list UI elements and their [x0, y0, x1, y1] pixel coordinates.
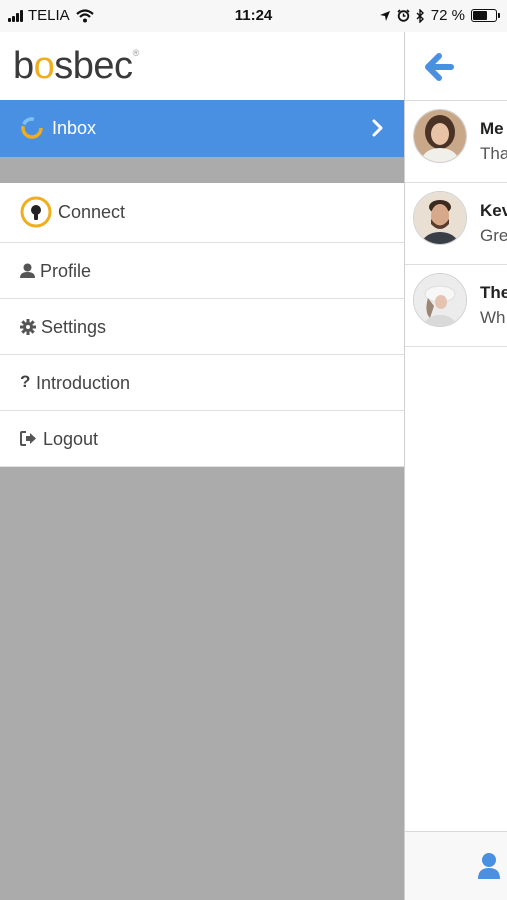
menu-item-label: Inbox [52, 118, 97, 138]
inbox-page-peek: Me Tha Kev Gre The Wh [404, 32, 507, 900]
back-arrow-icon[interactable] [423, 52, 455, 82]
menu-item-settings[interactable]: Settings [0, 299, 404, 355]
avatar [413, 109, 467, 163]
app-logo: bosbec® [13, 45, 139, 87]
menu-item-inbox[interactable]: Inbox [0, 100, 404, 157]
status-bar: TELIA 11:24 72 % [0, 0, 507, 32]
avatar [413, 191, 467, 245]
conversation-item[interactable]: The Wh [405, 265, 507, 347]
menu-item-logout[interactable]: Logout [0, 411, 404, 467]
status-right: 72 % [379, 7, 500, 24]
bulb-icon [20, 196, 52, 228]
location-arrow-icon [379, 10, 390, 21]
menu-item-label: Introduction [36, 373, 131, 393]
inbox-ring-icon [21, 117, 43, 139]
menu-item-label: Logout [43, 429, 99, 449]
conversation-name: The [480, 283, 507, 302]
conversation-name: Me [480, 119, 504, 138]
conversation-item[interactable]: Me Tha [405, 101, 507, 183]
conversation-item[interactable]: Kev Gre [405, 183, 507, 265]
menu-separator [0, 157, 404, 183]
menu-item-profile[interactable]: Profile [0, 243, 404, 299]
conversation-preview: Wh [480, 308, 506, 327]
logout-icon [20, 431, 36, 446]
user-icon[interactable] [477, 852, 501, 880]
avatar [413, 273, 467, 327]
alarm-icon [397, 9, 410, 22]
menu-item-label: Settings [41, 317, 107, 337]
battery-percent: 72 % [430, 7, 465, 24]
menu-item-label: Connect [58, 202, 126, 222]
menu-item-label: Profile [40, 261, 92, 281]
user-icon [20, 263, 35, 278]
menu-item-introduction[interactable]: ? Introduction [0, 355, 404, 411]
conversation-name: Kev [480, 201, 507, 220]
bluetooth-icon [416, 8, 424, 23]
conversation-preview: Gre [480, 226, 507, 245]
bottom-tab-bar [405, 831, 507, 900]
side-menu: bosbec® Inbox Connect Profile Settings ?… [0, 32, 404, 900]
gear-icon [20, 319, 36, 335]
drawer-header: bosbec® [0, 32, 404, 100]
battery-icon [471, 9, 500, 22]
question-icon: ? [20, 372, 31, 391]
menu-item-connect[interactable]: Connect [0, 183, 404, 243]
conversation-preview: Tha [480, 144, 507, 163]
inbox-header [405, 32, 507, 101]
chevron-right-icon [372, 119, 383, 137]
